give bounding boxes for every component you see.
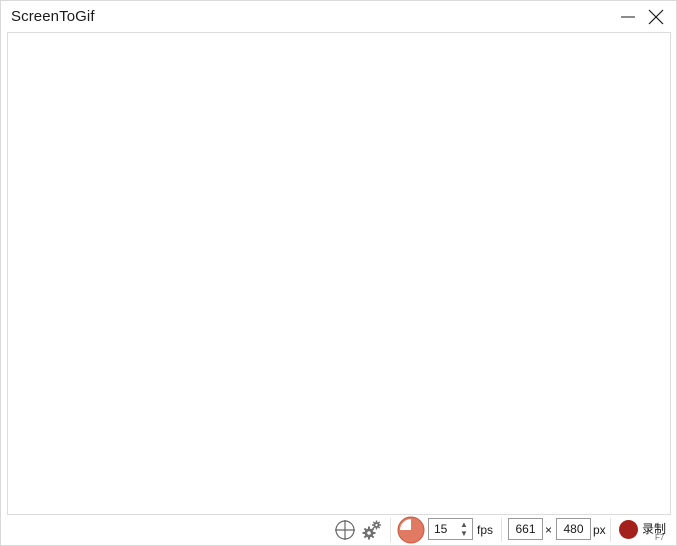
fps-decrease-icon[interactable]: ▼: [459, 529, 469, 538]
recording-region[interactable]: [7, 32, 671, 515]
height-value: 480: [563, 522, 584, 536]
toolbar-separator: [610, 518, 611, 542]
fps-value: 15: [434, 522, 448, 536]
minimize-button[interactable]: [615, 5, 641, 29]
height-input[interactable]: 480: [556, 518, 591, 540]
crosshair-button[interactable]: [334, 519, 356, 541]
record-button[interactable]: 录制 F7: [617, 516, 673, 544]
toolbar-separator: [501, 518, 502, 542]
fps-unit-label: fps: [477, 523, 494, 537]
size-separator: ×: [545, 523, 553, 537]
toolbar-separator: [390, 518, 391, 542]
width-input[interactable]: 661: [508, 518, 543, 540]
record-icon: [619, 520, 638, 539]
screentogif-window: ScreenToGif 15 ▲ ▼ fps 661 × 480 px 录制 F…: [0, 0, 677, 546]
record-shortcut-hint: F7: [655, 533, 665, 542]
window-title: ScreenToGif: [11, 8, 95, 25]
fps-increase-icon[interactable]: ▲: [459, 520, 469, 529]
size-unit-label: px: [593, 523, 606, 537]
title-bar[interactable]: ScreenToGif: [1, 1, 676, 32]
width-value: 661: [515, 522, 536, 536]
fps-input[interactable]: 15 ▲ ▼: [428, 518, 473, 540]
recorder-toolbar: 15 ▲ ▼ fps 661 × 480 px 录制 F7: [1, 515, 676, 545]
frame-rate-icon-wrap: [397, 516, 425, 544]
frame-rate-clock-icon: [397, 516, 425, 544]
settings-button[interactable]: [361, 519, 383, 541]
crosshair-icon: [335, 520, 355, 540]
close-button[interactable]: [643, 5, 669, 29]
minimize-icon: [621, 16, 635, 18]
close-icon: [648, 9, 664, 25]
settings-gears-icon: [362, 520, 381, 540]
